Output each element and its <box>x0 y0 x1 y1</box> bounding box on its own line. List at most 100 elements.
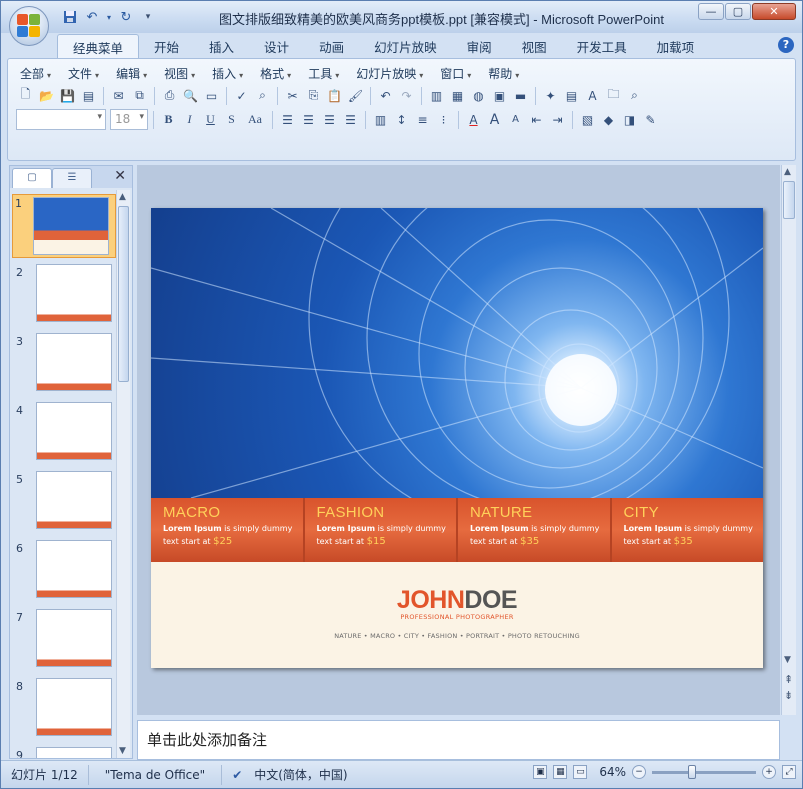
new-slide-icon[interactable]: ✦ <box>541 86 560 105</box>
menu-edit[interactable]: 编辑 <box>114 64 156 82</box>
fit-window-icon[interactable]: ⤢ <box>782 765 796 779</box>
scroll-up-icon[interactable]: ▲ <box>784 167 791 177</box>
copy-icon[interactable]: ⎘ <box>304 86 323 105</box>
underline-button[interactable]: U <box>201 110 220 129</box>
format-painter-icon[interactable]: 🖌 <box>346 86 365 105</box>
scroll-up-icon[interactable]: ▲ <box>119 192 126 202</box>
background-icon[interactable]: ▬ <box>511 86 530 105</box>
zoom-in-icon[interactable]: + <box>762 765 776 779</box>
scroll-down-icon[interactable]: ▼ <box>119 746 126 756</box>
tab-design[interactable]: 设计 <box>249 34 304 58</box>
numbering-icon[interactable]: ≡ <box>413 110 432 129</box>
shrink-font-icon[interactable]: A <box>506 110 525 129</box>
change-case-button[interactable]: Aa <box>243 110 267 129</box>
new-document-icon[interactable]: 🗋 <box>16 86 35 105</box>
design-icon[interactable]: ▧ <box>578 110 597 129</box>
line-spacing-icon[interactable]: ↕ <box>392 110 411 129</box>
zoom-out-icon[interactable]: − <box>632 765 646 779</box>
print-icon[interactable]: ⎙ <box>160 86 179 105</box>
language-indicator[interactable]: 中文(简体，中国) <box>254 765 347 785</box>
chart-icon[interactable]: ▥ <box>427 86 446 105</box>
shapes-icon[interactable]: ◆ <box>599 110 618 129</box>
layout-icon[interactable]: ▤ <box>562 86 581 105</box>
pane-scrollbar[interactable]: ▲ ▼ <box>116 190 130 758</box>
tab-insert[interactable]: 插入 <box>194 34 249 58</box>
previous-slide-icon[interactable]: ⇞ <box>784 673 793 686</box>
table-icon[interactable]: ▦ <box>448 86 467 105</box>
slide-thumbnail-9[interactable]: 9 <box>14 747 114 758</box>
customize-qat-icon[interactable]: ▾ <box>139 8 157 26</box>
slide-thumbnail-4[interactable]: 4 <box>14 402 114 464</box>
quick-style-icon[interactable]: ✎ <box>641 110 660 129</box>
save-icon[interactable]: 💾 <box>58 86 77 105</box>
tab-animations[interactable]: 动画 <box>304 34 359 58</box>
menu-view[interactable]: 视图 <box>162 64 204 82</box>
tab-developer[interactable]: 开发工具 <box>562 34 642 58</box>
slide-thumbnail-8[interactable]: 8 <box>14 678 114 740</box>
menu-all[interactable]: 全部 <box>18 64 60 82</box>
font-size-combo[interactable]: 18 <box>110 109 148 130</box>
slide-thumbnail-6[interactable]: 6 <box>14 540 114 602</box>
slide-thumbnail-5[interactable]: 5 <box>14 471 114 533</box>
slide-sorter-icon[interactable]: ▦ <box>553 765 568 779</box>
paste-icon[interactable]: 📋 <box>325 86 344 105</box>
justify-icon[interactable]: ☰ <box>341 110 360 129</box>
tab-review[interactable]: 审阅 <box>452 34 507 58</box>
menu-format[interactable]: 格式 <box>258 64 300 82</box>
slide-thumbnail-3[interactable]: 3 <box>14 333 114 395</box>
picture-icon[interactable]: ▣ <box>490 86 509 105</box>
undo-icon[interactable]: ↶ <box>83 8 101 26</box>
italic-button[interactable]: I <box>180 110 199 129</box>
notes-pane[interactable]: 单击此处添加备注 <box>137 720 780 760</box>
spelling-check-icon[interactable]: ✔ <box>232 765 242 785</box>
align-center-icon[interactable]: ☰ <box>299 110 318 129</box>
save-icon[interactable] <box>61 8 79 26</box>
normal-view-icon[interactable]: ▣ <box>533 765 548 779</box>
current-slide[interactable]: MACRO Lorem Ipsum is simply dummy text st… <box>151 208 763 668</box>
slideshow-view-icon[interactable]: ▭ <box>573 765 588 779</box>
editor-scroll-thumb[interactable] <box>783 181 795 219</box>
align-right-icon[interactable]: ☰ <box>320 110 339 129</box>
undo-dropdown-icon[interactable]: ▾ <box>105 8 113 26</box>
outline-tab[interactable]: ☰ <box>52 168 92 188</box>
permission-icon[interactable]: ✉ <box>109 86 128 105</box>
pane-close-icon[interactable]: ✕ <box>114 168 126 184</box>
theme-name[interactable]: "Tema de Office" <box>89 764 223 785</box>
page-setup-icon[interactable]: ▭ <box>202 86 221 105</box>
office-button[interactable] <box>9 6 49 46</box>
redo-icon[interactable]: ↷ <box>397 86 416 105</box>
zoom-level[interactable]: 64% <box>599 765 626 779</box>
menu-slideshow[interactable]: 幻灯片放映 <box>354 64 432 82</box>
next-slide-icon[interactable]: ⇟ <box>784 689 793 702</box>
zoom-slider-thumb[interactable] <box>688 764 696 779</box>
columns-icon[interactable]: ▥ <box>371 110 390 129</box>
tab-classic-menu[interactable]: 经典菜单 <box>57 34 140 58</box>
slide-thumbnail-2[interactable]: 2 <box>14 264 114 326</box>
menu-file[interactable]: 文件 <box>66 64 108 82</box>
font-color-icon[interactable]: A <box>464 110 483 129</box>
editor-scrollbar[interactable]: ▲ ▼ ⇞ ⇟ <box>781 165 796 715</box>
folder-icon[interactable]: 🗀 <box>604 86 623 105</box>
menu-window[interactable]: 窗口 <box>438 64 480 82</box>
maximize-button[interactable]: ▢ <box>725 3 751 20</box>
redo-icon[interactable]: ↻ <box>117 8 135 26</box>
zoom-search-icon[interactable]: ⌕ <box>625 86 644 105</box>
menu-tools[interactable]: 工具 <box>306 64 348 82</box>
tab-slideshow[interactable]: 幻灯片放映 <box>359 34 452 58</box>
slides-tab[interactable]: ▢ <box>12 168 52 188</box>
zoom-slider[interactable] <box>652 764 756 779</box>
close-button[interactable]: ✕ <box>752 3 796 20</box>
menu-insert[interactable]: 插入 <box>210 64 252 82</box>
research-icon[interactable]: ⌕ <box>253 86 272 105</box>
attach-icon[interactable]: ⧉ <box>130 86 149 105</box>
decrease-indent-icon[interactable]: ⇤ <box>527 110 546 129</box>
save-pdf-icon[interactable]: ▤ <box>79 86 98 105</box>
scroll-down-icon[interactable]: ▼ <box>784 655 791 665</box>
minimize-button[interactable]: — <box>698 3 724 20</box>
open-icon[interactable]: 📂 <box>37 86 56 105</box>
bold-button[interactable]: B <box>159 110 178 129</box>
arrange-icon[interactable]: ◨ <box>620 110 639 129</box>
undo-icon[interactable]: ↶ <box>376 86 395 105</box>
textbox-icon[interactable]: A <box>583 86 602 105</box>
tab-addins[interactable]: 加载项 <box>642 34 710 58</box>
